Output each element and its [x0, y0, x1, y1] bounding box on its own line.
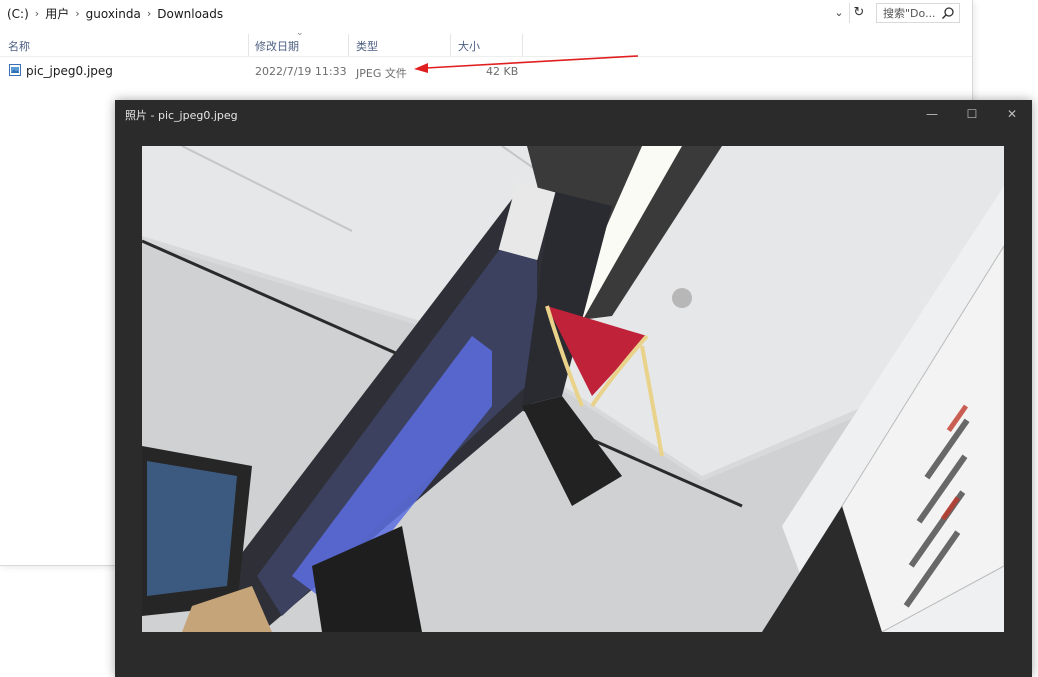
column-divider[interactable]: [450, 34, 451, 56]
photo-viewer-window: 照片 - pic_jpeg0.jpeg — ☐ ✕: [115, 100, 1032, 677]
refresh-icon[interactable]: ↻: [849, 3, 868, 23]
breadcrumb: (C:) › 用户 › guoxinda › Downloads: [7, 5, 223, 22]
column-header-size[interactable]: 大小: [458, 38, 480, 54]
column-divider[interactable]: [248, 34, 249, 56]
sort-caret-icon: ⌄: [296, 28, 304, 38]
close-button[interactable]: ✕: [995, 100, 1029, 128]
breadcrumb-user[interactable]: guoxinda: [86, 7, 141, 21]
column-headers: 名称 修改日期 类型 大小: [0, 30, 972, 57]
chevron-down-icon[interactable]: ⌄: [832, 6, 846, 20]
table-row[interactable]: pic_jpeg0.jpeg 2022/7/19 11:33 JPEG 文件 4…: [0, 60, 972, 82]
photo-window-title: 照片 - pic_jpeg0.jpeg: [125, 109, 238, 122]
column-divider[interactable]: [348, 34, 349, 56]
photo-image: [142, 146, 1004, 632]
breadcrumb-downloads[interactable]: Downloads: [157, 7, 223, 21]
column-header-type[interactable]: 类型: [356, 38, 378, 54]
desktop: (C:) › 用户 › guoxinda › Downloads ⌄ ↻ 名称: [0, 0, 1038, 677]
search-box[interactable]: [876, 3, 960, 23]
file-type: JPEG 文件: [356, 67, 407, 80]
breadcrumb-separator-icon: ›: [75, 7, 80, 20]
column-divider[interactable]: [522, 34, 523, 56]
image-file-icon: [9, 64, 21, 76]
maximize-button[interactable]: ☐: [955, 100, 989, 128]
address-bar[interactable]: (C:) › 用户 › guoxinda › Downloads ⌄ ↻: [0, 0, 972, 28]
breadcrumb-separator-icon: ›: [34, 7, 40, 20]
file-name: pic_jpeg0.jpeg: [26, 64, 113, 78]
breadcrumb-drive[interactable]: (C:): [7, 7, 29, 21]
file-size: 42 KB: [486, 65, 519, 78]
file-modified: 2022/7/19 11:33: [255, 65, 347, 78]
column-header-name[interactable]: 名称: [8, 38, 30, 54]
search-input[interactable]: [883, 5, 939, 21]
column-header-modified[interactable]: 修改日期: [255, 38, 299, 54]
photo-illustration: [142, 146, 1004, 632]
search-icon[interactable]: [940, 5, 956, 21]
breadcrumb-separator-icon: ›: [146, 7, 152, 20]
breadcrumb-users[interactable]: 用户: [45, 5, 69, 22]
minimize-button[interactable]: —: [915, 100, 949, 128]
